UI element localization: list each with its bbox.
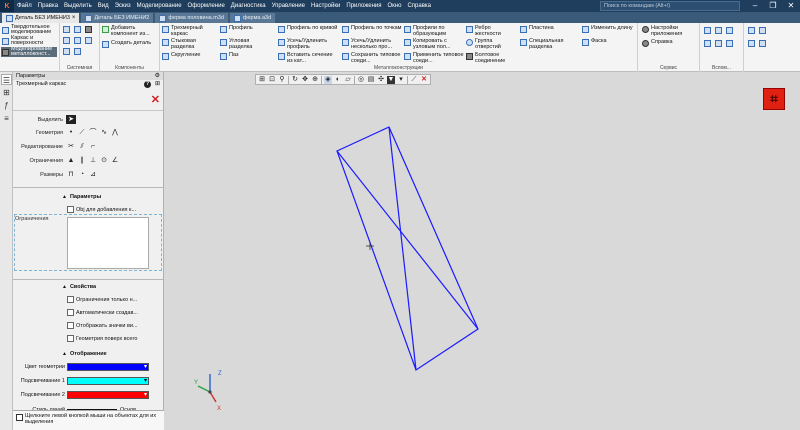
z-axis-label: Z — [218, 371, 222, 377]
y-axis-label: Y — [194, 380, 198, 386]
scene-overlay: Z X Y — [194, 126, 479, 412]
wireframe-truss[interactable] — [336, 126, 479, 371]
x-axis-label: X — [217, 406, 221, 412]
truss-frame[interactable] — [336, 126, 479, 371]
truss-diagonal-1[interactable] — [336, 150, 479, 330]
coordinate-triad: Z X Y — [194, 371, 222, 412]
